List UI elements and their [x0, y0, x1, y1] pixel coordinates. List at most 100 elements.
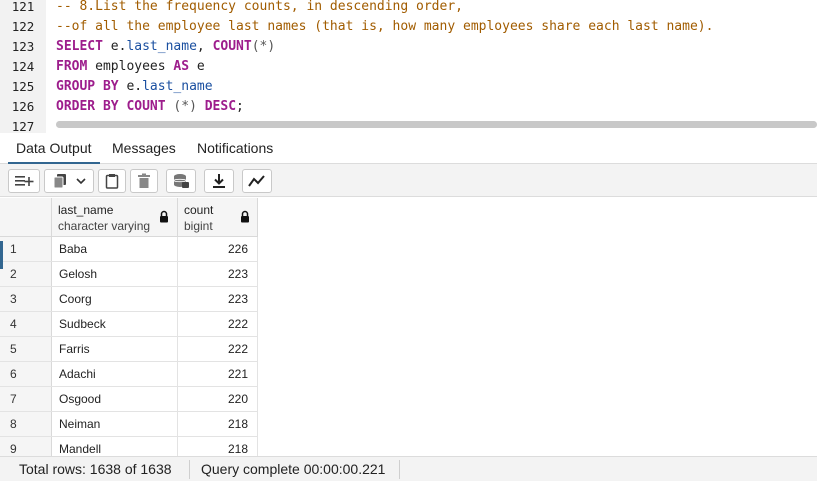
line-number: 123	[11, 39, 35, 54]
code-line[interactable]: 125 GROUP BY e.last_name	[0, 77, 817, 97]
row-number[interactable]: 6	[0, 362, 52, 387]
cell-count[interactable]: 226	[178, 237, 258, 262]
cell-last-name[interactable]: Gelosh	[52, 262, 178, 287]
grid-header: last_name character varying count bigint	[0, 198, 258, 237]
row-number[interactable]: 8	[0, 412, 52, 437]
code-line[interactable]: 124 FROM employees AS e	[0, 57, 817, 77]
cell-count[interactable]: 218	[178, 412, 258, 437]
row-number[interactable]: 2	[0, 262, 52, 287]
cell-last-name[interactable]: Farris	[52, 337, 178, 362]
dropdown-chevron-icon[interactable]	[76, 177, 86, 185]
column-header-last-name[interactable]: last_name character varying	[52, 198, 178, 237]
cell-count[interactable]: 221	[178, 362, 258, 387]
code-token: ORDER BY	[56, 99, 119, 114]
line-number: 127	[11, 119, 35, 133]
data-output-toolbar	[0, 164, 817, 197]
cell-last-name[interactable]: Mandell	[52, 437, 178, 456]
tab-messages[interactable]: Messages	[104, 133, 184, 164]
total-rows-text: Total rows: 1638 of 1638	[19, 461, 172, 477]
table-row[interactable]: 4 Sudbeck 222	[0, 312, 258, 337]
table-row[interactable]: 5 Farris 222	[0, 337, 258, 362]
add-row-icon	[15, 176, 34, 186]
graph-visualiser-button[interactable]	[242, 169, 272, 193]
code-token: DESC	[204, 99, 237, 114]
graph-icon	[248, 175, 265, 187]
tab-notifications[interactable]: Notifications	[189, 133, 281, 164]
cell-count[interactable]: 222	[178, 337, 258, 362]
row-number[interactable]: 1	[0, 237, 52, 262]
column-name: count	[184, 203, 214, 217]
code-token: -- 8.List the frequency counts, in desce…	[56, 0, 463, 14]
code-token: last_name	[142, 79, 213, 94]
code-token: FROM	[56, 59, 88, 74]
code-token: COUNT	[212, 39, 252, 54]
status-divider	[399, 460, 400, 479]
code-token: ,	[196, 39, 213, 54]
row-number[interactable]: 5	[0, 337, 52, 362]
paste-button[interactable]	[98, 169, 126, 193]
row-number[interactable]: 9	[0, 437, 52, 456]
result-grid: last_name character varying count bigint…	[0, 198, 817, 456]
table-row[interactable]: 6 Adachi 221	[0, 362, 258, 387]
table-row[interactable]: 2 Gelosh 223	[0, 262, 258, 287]
editor-scrollbar-thumb[interactable]	[56, 121, 817, 128]
status-divider	[189, 460, 190, 479]
corner-cell[interactable]	[0, 198, 52, 237]
table-row[interactable]: 8 Neiman 218	[0, 412, 258, 437]
table-row[interactable]: 9 Mandell 218	[0, 437, 258, 456]
code-token: GROUP BY	[56, 79, 119, 94]
line-number: 126	[11, 99, 35, 114]
save-data-icon	[173, 174, 189, 188]
save-data-button[interactable]	[166, 169, 196, 193]
column-type: bigint	[184, 219, 213, 233]
code-line[interactable]: 122 --of all the employee last names (tha…	[0, 17, 817, 37]
code-line[interactable]: 126 ORDER BY COUNT (*) DESC;	[0, 97, 817, 117]
query-status-text: Query complete 00:00:00.221	[201, 461, 386, 477]
cell-last-name[interactable]: Osgood	[52, 387, 178, 412]
cell-last-name[interactable]: Adachi	[52, 362, 178, 387]
cell-count[interactable]: 223	[178, 287, 258, 312]
code-text: SELECT e.last_name, COUNT(*)	[56, 37, 275, 57]
cell-count[interactable]: 222	[178, 312, 258, 337]
code-token: e.	[118, 79, 143, 94]
table-row[interactable]: 3 Coorg 223	[0, 287, 258, 312]
code-token: (*)	[165, 99, 205, 114]
code-text: FROM employees AS e	[56, 57, 205, 77]
column-header-count[interactable]: count bigint	[178, 198, 258, 237]
row-number[interactable]: 3	[0, 287, 52, 312]
code-token: employees	[87, 59, 174, 74]
lock-icon	[241, 210, 249, 223]
code-token: AS	[173, 59, 190, 74]
editor-horizontal-scrollbar[interactable]	[56, 121, 817, 128]
line-number: 121	[11, 0, 35, 14]
table-row[interactable]: 7 Osgood 220	[0, 387, 258, 412]
code-line[interactable]: 123 SELECT e.last_name, COUNT(*)	[0, 37, 817, 57]
tab-data-output[interactable]: Data Output	[8, 133, 100, 164]
line-number: 124	[11, 59, 35, 74]
row-number[interactable]: 4	[0, 312, 52, 337]
cell-count[interactable]: 220	[178, 387, 258, 412]
code-text: ORDER BY COUNT (*) DESC;	[56, 97, 244, 117]
copy-button[interactable]	[44, 169, 94, 193]
column-type: character varying	[58, 219, 151, 233]
delete-button[interactable]	[130, 169, 158, 193]
code-token: SELECT	[56, 39, 103, 54]
cell-count[interactable]: 218	[178, 437, 258, 456]
add-row-button[interactable]	[8, 169, 40, 193]
code-line[interactable]: 121 -- 8.List the frequency counts, in de…	[0, 0, 817, 17]
delete-icon	[138, 173, 150, 188]
code-token: e.	[102, 39, 127, 54]
code-token: --of all the employee last names (that i…	[56, 19, 714, 34]
table-row[interactable]: 1 Baba 226	[0, 237, 258, 262]
cell-last-name[interactable]: Sudbeck	[52, 312, 178, 337]
cell-count[interactable]: 223	[178, 262, 258, 287]
row-number[interactable]: 7	[0, 387, 52, 412]
cell-last-name[interactable]: Neiman	[52, 412, 178, 437]
cell-last-name[interactable]: Coorg	[52, 287, 178, 312]
download-button[interactable]	[204, 169, 234, 193]
result-tabs: Data Output Messages Notifications	[0, 133, 817, 164]
sql-editor[interactable]: 121 -- 8.List the frequency counts, in de…	[0, 0, 817, 133]
cell-last-name[interactable]: Baba	[52, 237, 178, 262]
line-number: 122	[11, 19, 35, 34]
code-token: COUNT	[126, 99, 166, 114]
